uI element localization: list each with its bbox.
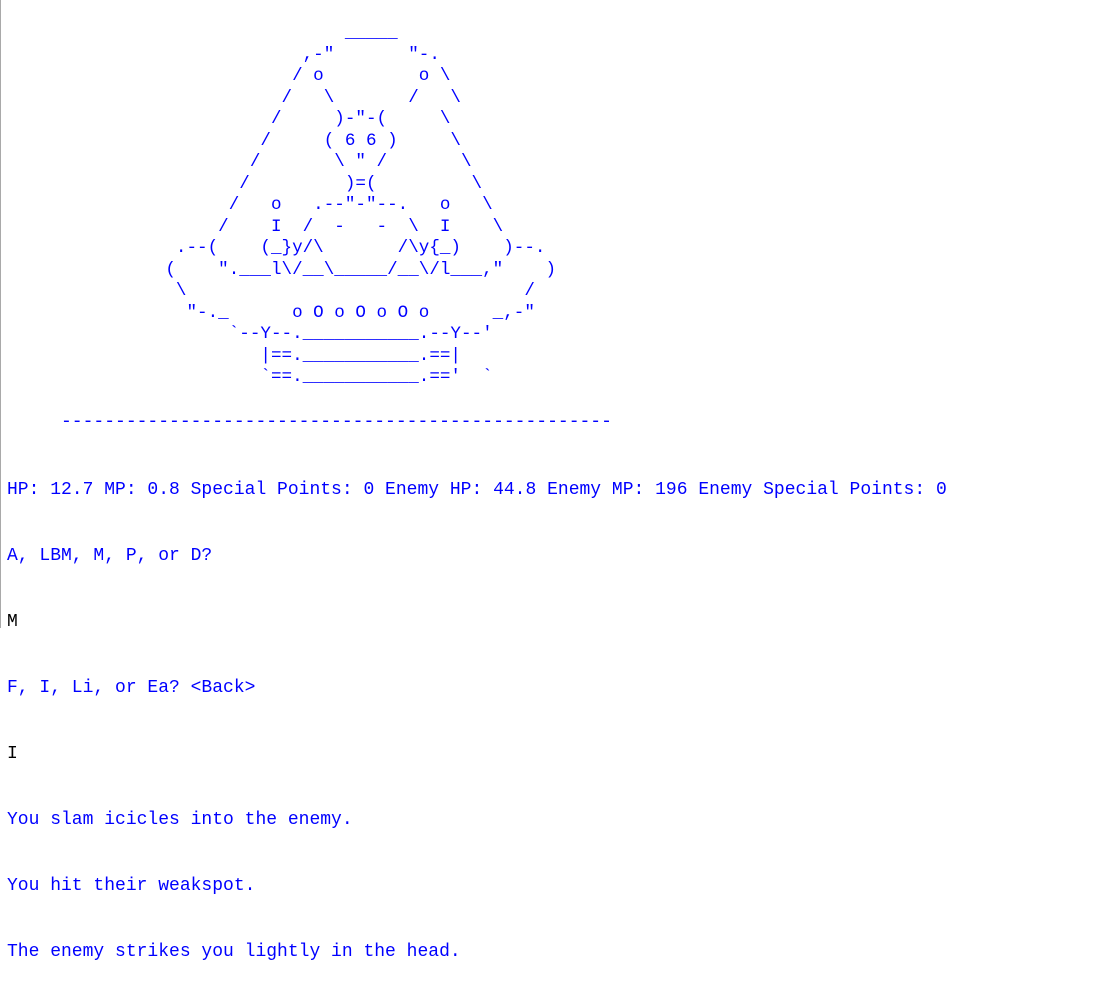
status-line: HP: 12.7 MP: 0.8 Special Points: 0 Enemy… xyxy=(7,480,947,500)
console-window[interactable]: _____ ,-" "-. / o o \ / \ / \ / )-"-( \ xyxy=(0,0,1095,962)
console-output: HP: 12.7 MP: 0.8 Special Points: 0 Enemy… xyxy=(7,435,947,1007)
combat-message: You hit their weakspot. xyxy=(7,876,256,896)
combat-message: The enemy strikes you lightly in the hea… xyxy=(7,942,461,962)
ascii-art-enemy: _____ ,-" "-. / o o \ / \ / \ / )-"-( \ xyxy=(165,23,557,387)
combat-message: You slam icicles into the enemy. xyxy=(7,810,353,830)
action-input: M xyxy=(7,612,18,632)
action-prompt: A, LBM, M, P, or D? xyxy=(7,546,213,566)
separator-line: ----------------------------------------… xyxy=(7,412,612,432)
spell-input: I xyxy=(7,744,18,764)
spell-prompt: F, I, Li, or Ea? <Back> xyxy=(7,678,256,698)
